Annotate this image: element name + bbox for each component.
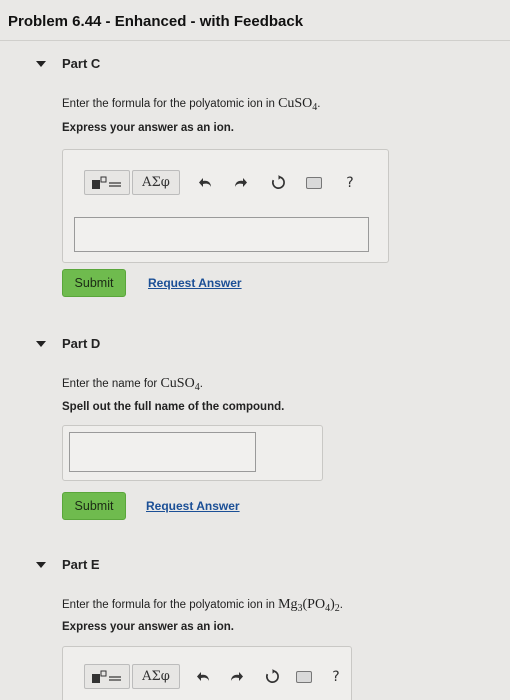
part-d-answer-input[interactable] [69,432,256,472]
keyboard-icon[interactable] [296,669,312,685]
part-c-header[interactable]: Part C [36,56,100,71]
title-divider [0,40,510,41]
formula: CuSO4 [160,376,199,393]
formula: Mg3(PO4)2 [278,597,340,614]
prompt-text: Enter the name for [62,378,161,390]
formula-main: Mg [278,597,298,612]
collapse-triangle-icon[interactable] [36,60,46,67]
part-d-answer-box [62,425,323,481]
undo-icon[interactable] [196,669,212,685]
help-icon[interactable]: ? [328,669,344,685]
formula: CuSO4 [278,96,317,113]
part-d-submit-button[interactable]: Submit [62,492,126,520]
reset-icon[interactable] [264,669,280,685]
formula-main: CuSO [160,376,195,391]
redo-icon[interactable] [232,175,248,191]
templates-icon [92,670,121,683]
collapse-triangle-icon[interactable] [36,340,46,347]
part-c-submit-button[interactable]: Submit [62,269,126,297]
part-c-instruction: Express your answer as an ion. [62,122,234,134]
part-d-header[interactable]: Part D [36,336,100,351]
part-title: Part D [62,336,101,351]
reset-icon[interactable] [270,175,286,191]
prompt-text: Enter the formula for the polyatomic ion… [62,599,279,611]
templates-icon [92,176,121,189]
part-e-prompt: Enter the formula for the polyatomic ion… [62,597,343,614]
prompt-period: . [199,378,203,390]
part-e-answer-box: ΑΣφ ? [62,646,352,700]
collapse-triangle-icon[interactable] [36,561,46,568]
part-c-prompt: Enter the formula for the polyatomic ion… [62,96,321,113]
formula-main: CuSO [278,96,313,111]
part-c-request-answer-link[interactable]: Request Answer [148,276,242,290]
part-d-instruction: Spell out the full name of the compound. [62,401,285,413]
equation-toolbar: ΑΣφ ? [84,170,358,195]
keyboard-icon[interactable] [306,175,322,191]
formula-part: (PO [302,597,326,612]
part-d-request-answer-link[interactable]: Request Answer [146,499,240,513]
greek-letters-button[interactable]: ΑΣφ [132,664,180,689]
prompt-period: . [317,98,321,110]
equation-toolbar: ΑΣφ ? [84,664,344,689]
greek-letters-button[interactable]: ΑΣφ [132,170,180,195]
part-d-prompt: Enter the name for CuSO4. [62,376,203,393]
part-c-answer-input[interactable] [74,217,369,252]
part-e-header[interactable]: Part E [36,557,100,572]
page-title: Problem 6.44 - Enhanced - with Feedback [8,13,304,30]
help-icon[interactable]: ? [342,175,358,191]
prompt-period: . [339,599,343,611]
undo-icon[interactable] [198,175,214,191]
templates-button[interactable] [84,664,130,689]
part-title: Part C [62,56,101,71]
prompt-text: Enter the formula for the polyatomic ion… [62,98,279,110]
part-c-answer-box: ΑΣφ ? [62,149,389,263]
part-title: Part E [62,557,100,572]
redo-icon[interactable] [228,669,244,685]
part-e-instruction: Express your answer as an ion. [62,621,234,633]
templates-button[interactable] [84,170,130,195]
